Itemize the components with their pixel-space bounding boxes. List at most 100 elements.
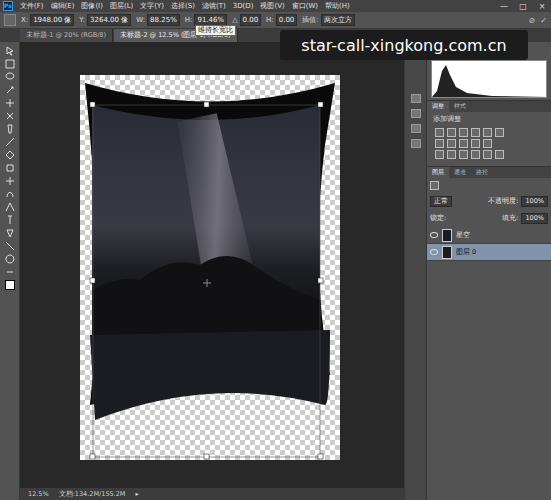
window-control[interactable]: × — [536, 2, 548, 11]
zoom-level[interactable]: 12.5% — [28, 490, 49, 498]
opacity-field[interactable]: 100% — [521, 196, 548, 207]
panel-tab[interactable]: 路径 — [471, 167, 493, 178]
tool-icon[interactable] — [5, 176, 15, 186]
adjustment-icon[interactable] — [447, 139, 456, 148]
tool-icon[interactable] — [5, 85, 15, 95]
option-value[interactable]: 0.00 — [240, 14, 262, 26]
adjustments-tabs: 调整样式 — [427, 100, 551, 112]
menu-item[interactable]: 图层(L) — [110, 1, 133, 11]
color-swatch-icon[interactable] — [5, 280, 15, 290]
adjustment-icon[interactable] — [483, 150, 492, 159]
menu-item[interactable]: 文字(Y) — [140, 1, 164, 11]
panel-tab[interactable]: 调整 — [427, 101, 449, 112]
panel-tab[interactable]: 图层 — [427, 167, 449, 178]
fill-label: 填充: — [502, 214, 518, 223]
document-tab[interactable]: 未标题-1 @ 20% (RGB/8) — [20, 29, 113, 42]
layer-name[interactable]: 星空 — [456, 231, 470, 240]
option-value[interactable]: 3264.00 像 — [87, 14, 131, 26]
layers-tabs: 图层通道路径 — [427, 166, 551, 178]
document-canvas[interactable] — [80, 75, 340, 460]
document-size: 文档:134.2M/155.2M — [59, 490, 126, 499]
commit-button[interactable]: ✓ — [540, 16, 547, 25]
panel-toggle-icon[interactable] — [411, 94, 421, 103]
layer-row[interactable]: 星空 — [427, 227, 551, 244]
adjustment-icon[interactable] — [459, 128, 468, 137]
option-value[interactable]: 1948.00 像 — [30, 14, 74, 26]
histogram — [431, 60, 547, 98]
tool-icon[interactable] — [5, 46, 15, 56]
adjustment-icon[interactable] — [435, 150, 444, 159]
tool-icon[interactable] — [5, 124, 15, 134]
eye-icon[interactable] — [430, 249, 438, 255]
adjustment-icon[interactable] — [435, 139, 444, 148]
panel-tab[interactable]: 样式 — [449, 101, 471, 112]
move-tool-icon[interactable] — [4, 14, 16, 26]
adjustment-icon[interactable] — [447, 128, 456, 137]
adjustment-icon[interactable] — [471, 128, 480, 137]
adjustment-icon[interactable] — [459, 139, 468, 148]
panel-tab[interactable]: 通道 — [449, 167, 471, 178]
tool-icon[interactable] — [5, 215, 15, 225]
adjustments-title: 添加调整 — [427, 112, 551, 127]
option-value[interactable]: 0.00 — [276, 14, 298, 26]
tool-icon[interactable] — [5, 189, 15, 199]
adjustment-icon[interactable] — [495, 128, 504, 137]
option-value[interactable]: 88.25% — [147, 14, 180, 26]
layer-name[interactable]: 图层 0 — [456, 248, 476, 257]
adjustment-icon[interactable] — [495, 150, 504, 159]
layer-thumbnail — [442, 229, 452, 242]
tool-icon[interactable] — [5, 202, 15, 212]
menu-item[interactable]: 帮助(H) — [325, 1, 350, 11]
menu-item[interactable]: 滤镜(T) — [202, 1, 226, 11]
fill-field[interactable]: 100% — [521, 213, 548, 224]
panel-toggle-icon[interactable] — [411, 139, 421, 148]
status-menu-button[interactable]: ▸ — [135, 490, 138, 498]
panel-toggle-icon[interactable] — [411, 109, 421, 118]
tool-icon[interactable] — [5, 72, 15, 82]
option-field: △0.00 — [232, 14, 261, 26]
adjustment-icon[interactable] — [459, 150, 468, 159]
tool-icon[interactable] — [5, 137, 15, 147]
window-control[interactable]: — — [498, 2, 510, 11]
panel-toggle-icon[interactable] — [411, 124, 421, 133]
blend-mode-select[interactable]: 正常 — [430, 196, 452, 207]
tool-icon[interactable] — [5, 163, 15, 173]
menu-item[interactable]: 图像(I) — [81, 1, 103, 11]
tool-icon[interactable] — [5, 98, 15, 108]
layer-row[interactable]: 图层 0 — [427, 244, 551, 261]
window-control[interactable]: □ — [517, 2, 529, 11]
app-logo[interactable]: Ps — [3, 1, 13, 11]
eye-icon[interactable] — [430, 232, 438, 238]
commit-button[interactable]: ⊘ — [529, 16, 536, 25]
adjustment-icon[interactable] — [483, 139, 492, 148]
adjustment-icon[interactable] — [471, 150, 480, 159]
tool-icon[interactable] — [5, 267, 15, 277]
adjustment-icon[interactable] — [447, 150, 456, 159]
option-field: X:1948.00 像 — [21, 14, 74, 26]
filter-icon[interactable] — [430, 181, 439, 190]
layers-empty-area — [427, 261, 551, 500]
adjustment-icon[interactable] — [435, 128, 444, 137]
menu-item[interactable]: 窗口(W) — [292, 1, 318, 11]
option-label: H: — [266, 16, 274, 24]
lock-row: 锁定:填充:100% — [427, 210, 551, 227]
tool-icon[interactable] — [5, 228, 15, 238]
tool-icon[interactable] — [5, 241, 15, 251]
watermark: star-call-xingkong.com.cn — [280, 30, 528, 60]
opacity-label: 不透明度: — [488, 197, 518, 206]
menu-item[interactable]: 文件(F) — [20, 1, 44, 11]
tool-icon[interactable] — [5, 111, 15, 121]
adjustment-icon[interactable] — [471, 139, 480, 148]
adjustment-icon[interactable] — [483, 128, 492, 137]
option-label: △ — [232, 16, 237, 24]
option-value[interactable]: 两次立方 — [321, 14, 355, 26]
tool-icon[interactable] — [5, 59, 15, 69]
menu-item[interactable]: 选择(S) — [171, 1, 195, 11]
option-field: H:0.00 — [266, 14, 297, 26]
tool-icon[interactable] — [5, 254, 15, 264]
tool-icon[interactable] — [5, 150, 15, 160]
menu-item[interactable]: 3D(D) — [233, 2, 254, 10]
menu-item[interactable]: 编辑(E) — [51, 1, 75, 11]
menu-bar: Ps 文件(F) 编辑(E) 图像(I) 图层(L) 文字(Y) 选择(S) 滤镜(T) 3D(… — [0, 0, 551, 12]
menu-item[interactable]: 视图(V) — [260, 1, 284, 11]
